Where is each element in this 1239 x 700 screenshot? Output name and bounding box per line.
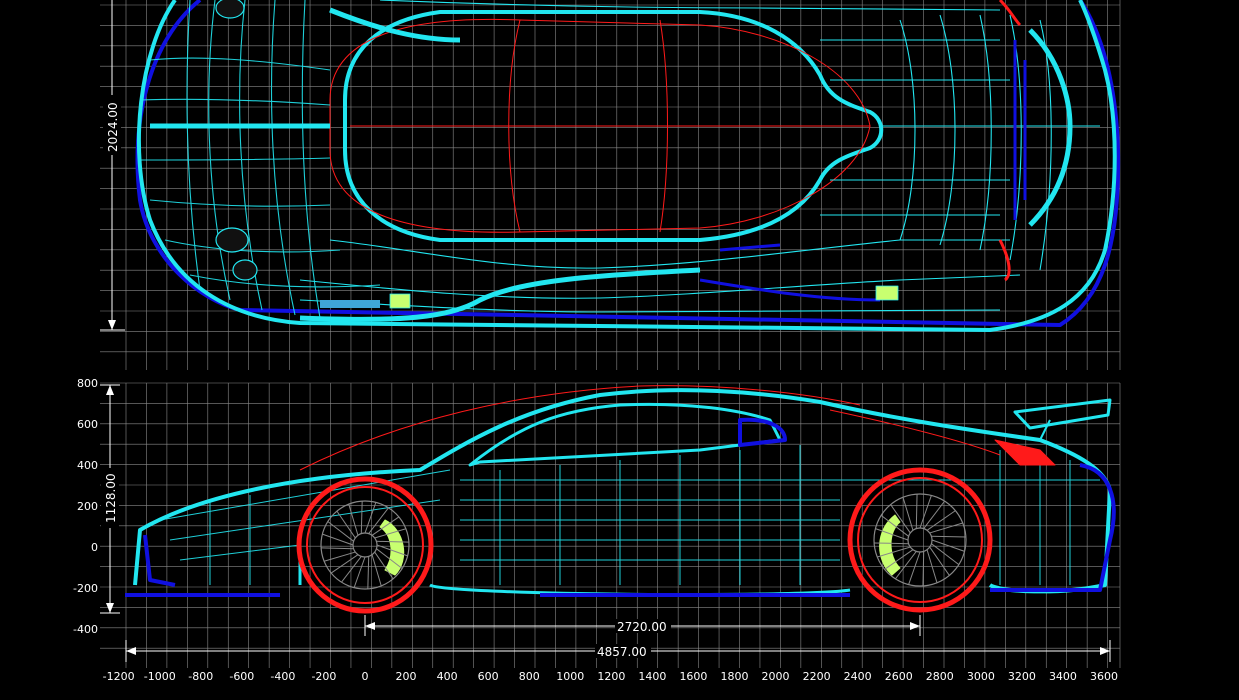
- wheelbase-dimension-label: 2720.00: [617, 620, 667, 634]
- x-axis-tick-label: -1000: [144, 670, 176, 683]
- x-axis-tick-label: 200: [396, 670, 417, 683]
- x-axis-tick-label: 3200: [1008, 670, 1036, 683]
- x-axis-tick-label: -1200: [103, 670, 135, 683]
- x-axis-tick-label: -400: [270, 670, 295, 683]
- y-axis-tick-label: 600: [77, 418, 98, 431]
- y-axis-tick-label: -400: [73, 623, 98, 636]
- y-axis-tick-label: 200: [77, 500, 98, 513]
- y-axis-tick-label: 400: [77, 459, 98, 472]
- x-axis-tick-label: 1400: [638, 670, 666, 683]
- x-axis-tick-label: 3600: [1090, 670, 1118, 683]
- side-height-dimension-label: 1128.00: [104, 473, 118, 523]
- cad-drawing: 2024.00 1128.00 2720.00 4857.00 -1200 -10…: [0, 0, 1239, 700]
- x-axis-tick-label: 800: [519, 670, 540, 683]
- x-axis-tick-label: 2200: [803, 670, 831, 683]
- overall-length-dimension-label: 4857.00: [597, 645, 647, 659]
- x-axis-tick-label: 1000: [556, 670, 584, 683]
- x-axis-tick-label: 1600: [679, 670, 707, 683]
- x-axis-tick-label: -800: [188, 670, 213, 683]
- x-axis-tick-label: 3000: [967, 670, 995, 683]
- top-width-dimension-label: 2024.00: [106, 102, 120, 152]
- x-axis-tick-label: 2400: [844, 670, 872, 683]
- x-axis-tick-label: 1200: [597, 670, 625, 683]
- y-axis-tick-label: 800: [77, 377, 98, 390]
- x-axis-tick-label: -200: [311, 670, 336, 683]
- y-axis-tick-label: -200: [73, 582, 98, 595]
- x-axis-tick-label: 2000: [762, 670, 790, 683]
- x-axis-tick-label: 400: [437, 670, 458, 683]
- x-axis-tick-label: 0: [362, 670, 369, 683]
- x-axis-tick-label: -600: [229, 670, 254, 683]
- x-axis-tick-label: 1800: [721, 670, 749, 683]
- x-axis-tick-label: 2600: [885, 670, 913, 683]
- y-axis-tick-label: 0: [91, 541, 98, 554]
- x-axis-tick-label: 2800: [926, 670, 954, 683]
- x-axis-tick-label: 600: [478, 670, 499, 683]
- x-axis-tick-label: 3400: [1049, 670, 1077, 683]
